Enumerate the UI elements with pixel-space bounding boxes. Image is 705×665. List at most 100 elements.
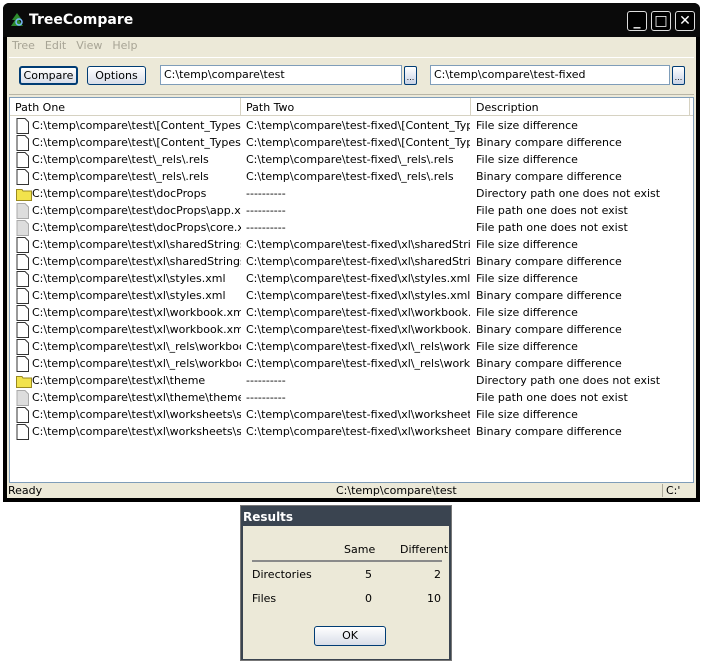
table-row[interactable]: C:\temp\compare\test\xl\theme ---------- D… (10, 372, 693, 389)
path-two-cell: ---------- (246, 187, 286, 200)
path-one-cell: C:\temp\compare\test\_rels\.rels (32, 170, 209, 183)
path-two-cell: C:\temp\compare\test-fixed\xl\worksheets… (246, 425, 470, 438)
menu-view[interactable]: View (71, 37, 107, 52)
path-two-cell: C:\temp\compare\test-fixed\xl\workbook.x… (246, 306, 470, 319)
path-two-cell: C:\temp\compare\test-fixed\xl\workbook.x… (246, 323, 470, 336)
path-one-input[interactable]: C:\temp\compare\test (160, 65, 402, 85)
path-two-cell: ---------- (246, 391, 286, 404)
results-list[interactable]: Path One Path Two Description C:\temp\co… (9, 97, 694, 483)
table-row[interactable]: C:\temp\compare\test\xl\sharedStrings...… (10, 253, 693, 270)
path-two-input[interactable]: C:\temp\compare\test-fixed (430, 65, 670, 85)
description-cell: File size difference (476, 340, 578, 353)
path-two-cell: C:\temp\compare\test-fixed\xl\_rels\work… (246, 357, 470, 370)
path-two-cell: C:\temp\compare\test-fixed\_rels\.rels (246, 153, 454, 166)
path-one-cell: C:\temp\compare\test\xl\sharedStrings...… (32, 238, 241, 251)
description-cell: File size difference (476, 306, 578, 319)
description-cell: File size difference (476, 153, 578, 166)
table-row[interactable]: C:\temp\compare\test\xl\sharedStrings...… (10, 236, 693, 253)
directories-same: 5 (365, 568, 372, 581)
path-two-cell: C:\temp\compare\test-fixed\xl\styles.xml (246, 289, 470, 302)
file-icon (16, 152, 29, 168)
status-bar: Ready C:\temp\compare\test C:' (7, 483, 696, 498)
status-drive: C:' (662, 484, 680, 497)
column-header-description[interactable]: Description (471, 98, 690, 115)
description-cell: File size difference (476, 238, 578, 251)
compare-button[interactable]: Compare (19, 66, 78, 85)
menu-tree[interactable]: Tree (7, 37, 40, 52)
title-bar: TreeCompare _ □ ✕ (3, 3, 700, 37)
file-icon (16, 407, 29, 423)
file-icon (16, 135, 29, 151)
description-cell: File path one does not exist (476, 221, 628, 234)
table-row[interactable]: C:\temp\compare\test\xl\workbook.xml C:\t… (10, 304, 693, 321)
table-row[interactable]: C:\temp\compare\test\xl\worksheets\sh...… (10, 423, 693, 440)
path-one-cell: C:\temp\compare\test\xl\theme\theme1... (32, 391, 241, 404)
description-cell: Directory path one does not exist (476, 374, 661, 387)
table-row[interactable]: C:\temp\compare\test\[Content_Types]... C… (10, 134, 693, 151)
path-two-cell: ---------- (246, 221, 286, 234)
list-header: Path One Path Two Description (10, 98, 693, 116)
path-two-cell: C:\temp\compare\test-fixed\xl\styles.xml (246, 272, 470, 285)
options-button[interactable]: Options (87, 66, 146, 85)
description-cell: File path one does not exist (476, 391, 628, 404)
path-two-cell: C:\temp\compare\test-fixed\xl\sharedStri… (246, 255, 470, 268)
table-row[interactable]: C:\temp\compare\test\docProps\app.xml ---… (10, 202, 693, 219)
path-one-cell: C:\temp\compare\test\docProps (32, 187, 207, 200)
file-icon (16, 305, 29, 321)
results-dialog: Results Same Different Directories 5 2 F… (240, 505, 452, 661)
header-different: Different (400, 543, 449, 556)
description-cell: Binary compare difference (476, 136, 622, 149)
description-cell: Binary compare difference (476, 289, 622, 302)
table-row[interactable]: C:\temp\compare\test\[Content_Types]... C… (10, 117, 693, 134)
status-path: C:\temp\compare\test (336, 484, 457, 497)
table-row[interactable]: C:\temp\compare\test\xl\_rels\workboo...… (10, 355, 693, 372)
table-row[interactable]: C:\temp\compare\test\xl\styles.xml C:\tem… (10, 270, 693, 287)
maximize-button[interactable]: □ (651, 11, 671, 31)
browse-path-one-button[interactable]: ... (404, 66, 417, 85)
column-header-path-one[interactable]: Path One (10, 98, 241, 115)
directories-different: 2 (434, 568, 441, 581)
path-two-cell: ---------- (246, 374, 286, 387)
path-one-cell: C:\temp\compare\test\xl\sharedStrings...… (32, 255, 241, 268)
dialog-title: Results (243, 510, 294, 524)
file-icon (16, 424, 29, 440)
menu-bar: Tree Edit View Help (7, 37, 696, 55)
browse-path-two-button[interactable]: ... (672, 66, 685, 85)
files-same: 0 (365, 592, 372, 605)
path-one-cell: C:\temp\compare\test\_rels\.rels (32, 153, 209, 166)
path-one-cell: C:\temp\compare\test\docProps\app.xml (32, 204, 241, 217)
column-header-path-two[interactable]: Path Two (241, 98, 471, 115)
table-row[interactable]: C:\temp\compare\test\docProps ---------- D… (10, 185, 693, 202)
table-row[interactable]: C:\temp\compare\test\xl\styles.xml C:\tem… (10, 287, 693, 304)
description-cell: File path one does not exist (476, 204, 628, 217)
path-two-cell: C:\temp\compare\test-fixed\_rels\.rels (246, 170, 454, 183)
file-icon (16, 254, 29, 270)
table-row[interactable]: C:\temp\compare\test\xl\theme\theme1... -… (10, 389, 693, 406)
description-cell: Binary compare difference (476, 357, 622, 370)
path-one-cell: C:\temp\compare\test\xl\_rels\workboo... (32, 340, 241, 353)
status-text: Ready (8, 484, 43, 497)
path-one-cell: C:\temp\compare\test\[Content_Types]... (32, 119, 241, 132)
path-two-cell: C:\temp\compare\test-fixed\[Content_Typ.… (246, 136, 470, 149)
path-two-cell: C:\temp\compare\test-fixed\xl\sharedStri… (246, 238, 470, 251)
description-cell: Binary compare difference (476, 255, 622, 268)
file-icon (16, 356, 29, 372)
close-button[interactable]: ✕ (675, 11, 695, 31)
table-row[interactable]: C:\temp\compare\test\docProps\core.xml --… (10, 219, 693, 236)
file-icon (16, 237, 29, 253)
ok-button[interactable]: OK (314, 626, 386, 646)
folder-icon (16, 189, 32, 201)
table-row[interactable]: C:\temp\compare\test\xl\workbook.xml C:\t… (10, 321, 693, 338)
label-files: Files (252, 592, 277, 605)
menu-help[interactable]: Help (107, 37, 142, 52)
table-row[interactable]: C:\temp\compare\test\xl\_rels\workboo...… (10, 338, 693, 355)
minimize-button[interactable]: _ (627, 11, 647, 31)
table-row[interactable]: C:\temp\compare\test\_rels\.rels C:\temp\… (10, 168, 693, 185)
table-row[interactable]: C:\temp\compare\test\xl\worksheets\sh...… (10, 406, 693, 423)
table-row[interactable]: C:\temp\compare\test\_rels\.rels C:\temp\… (10, 151, 693, 168)
menu-edit[interactable]: Edit (40, 37, 71, 52)
path-two-cell: C:\temp\compare\test-fixed\xl\_rels\work… (246, 340, 470, 353)
missing-file-icon (16, 203, 29, 219)
path-one-cell: C:\temp\compare\test\docProps\core.xml (32, 221, 241, 234)
path-one-cell: C:\temp\compare\test\xl\worksheets\sh... (32, 425, 241, 438)
